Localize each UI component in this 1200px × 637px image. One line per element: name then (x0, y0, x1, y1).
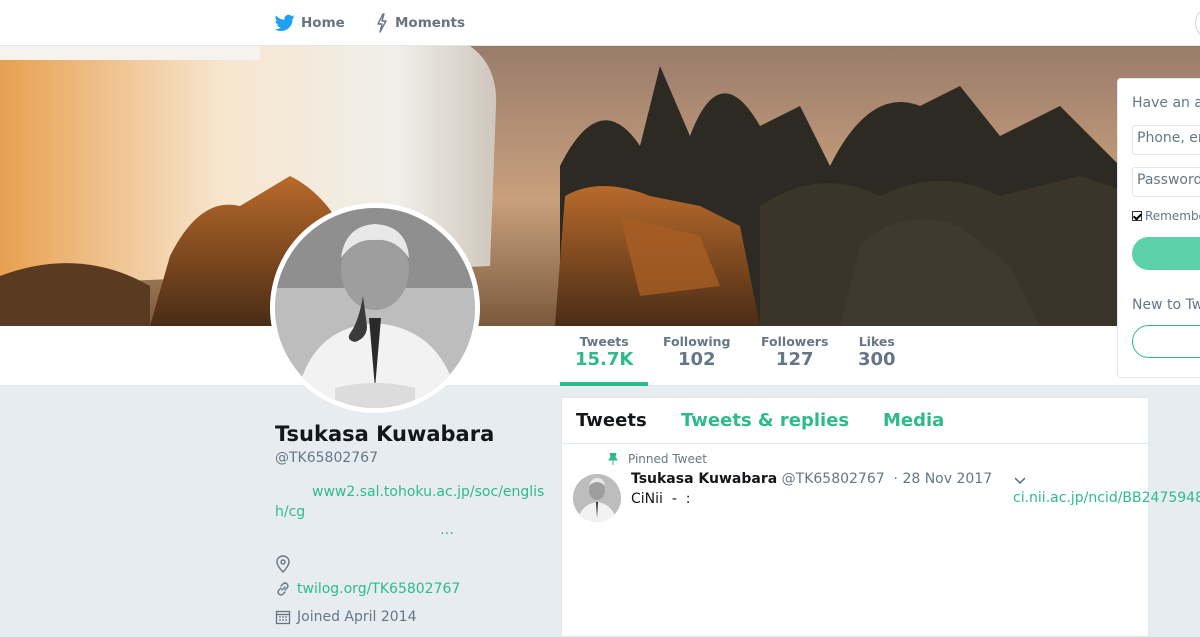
tweet-text: CiNii - : (631, 491, 691, 507)
twitter-bird-icon (275, 14, 295, 32)
tab-tweets-replies[interactable]: Tweets & replies (681, 410, 849, 431)
link-icon (277, 582, 289, 596)
search-box-edge[interactable] (1195, 6, 1200, 40)
bio-ellipsis: … (440, 522, 454, 538)
bio-link[interactable]: www2.sal.tohoku.ac.jp/soc/english/cg (275, 482, 545, 522)
website-row: twilog.org/TK65802767 (275, 581, 460, 597)
timeline-panel: Tweets Tweets & replies Media Pinned Twe… (561, 397, 1149, 637)
profile-avatar[interactable] (270, 203, 480, 413)
nav-moments-label: Moments (395, 15, 466, 31)
remember-label: Remember (1145, 209, 1200, 223)
stat-followers-label: Followers (761, 334, 829, 349)
stat-tweets[interactable]: Tweets 15.7K (575, 334, 633, 370)
website-link[interactable]: twilog.org/TK65802767 (297, 581, 460, 597)
location-row (275, 555, 291, 573)
signup-button[interactable] (1132, 325, 1200, 358)
password-input[interactable]: Password (1132, 167, 1200, 197)
tweet-author-handle[interactable]: @TK65802767 (782, 471, 885, 487)
remember-checkbox[interactable] (1132, 211, 1142, 221)
stat-likes-value: 300 (858, 349, 896, 370)
tweet-date[interactable]: · 28 Nov 2017 (894, 471, 993, 487)
tab-media[interactable]: Media (883, 410, 944, 431)
remember-me[interactable]: Remember (1132, 209, 1200, 223)
stat-following-label: Following (663, 334, 731, 349)
joined-row: Joined April 2014 (275, 609, 417, 625)
avatar-photo (275, 208, 475, 408)
pinned-label: Pinned Tweet (628, 452, 707, 466)
top-navigation-bar: Home Moments (0, 0, 1200, 46)
stat-tweets-value: 15.7K (575, 349, 634, 370)
stat-following-value: 102 (677, 349, 716, 370)
profile-handle: @TK65802767 (275, 450, 378, 466)
stat-tweets-label: Tweets (579, 334, 629, 349)
stat-likes[interactable]: Likes 300 (858, 334, 896, 370)
tweet-author-name[interactable]: Tsukasa Kuwabara (631, 471, 777, 487)
signup-prompt: New to Tw (1132, 297, 1200, 313)
calendar-icon (275, 610, 291, 625)
tweet-link[interactable]: ci.nii.ac.jp/ncid/BB2475948 (1013, 490, 1200, 506)
stat-following[interactable]: Following 102 (663, 334, 730, 370)
tweet-avatar[interactable] (573, 474, 621, 522)
lightning-icon (377, 13, 387, 33)
tab-tweets[interactable]: Tweets (576, 410, 647, 431)
login-box: Have an a Phone, em Password Remember Ne… (1117, 78, 1200, 378)
nav-moments[interactable]: Moments (375, 12, 465, 34)
profile-banner-image (0, 46, 1200, 326)
joined-date: Joined April 2014 (297, 609, 417, 625)
profile-stats-bar: Tweets 15.7K Following 102 Followers 127… (0, 326, 1200, 386)
phone-input[interactable]: Phone, em (1132, 125, 1200, 155)
stat-followers-value: 127 (775, 349, 814, 370)
stat-followers[interactable]: Followers 127 (761, 334, 828, 370)
tweet-header: Tsukasa Kuwabara @TK65802767 · 28 Nov 20… (631, 471, 992, 487)
stat-likes-label: Likes (858, 334, 895, 349)
pin-icon (608, 453, 618, 465)
pinned-indicator: Pinned Tweet (608, 452, 707, 466)
timeline-tabs: Tweets Tweets & replies Media (562, 398, 1148, 444)
nav-home-label: Home (301, 15, 345, 31)
active-stat-underline (560, 382, 648, 386)
login-title: Have an a (1132, 95, 1200, 111)
profile-name: Tsukasa Kuwabara (275, 422, 495, 446)
chevron-down-icon[interactable] (1013, 474, 1027, 488)
login-button[interactable] (1132, 237, 1200, 270)
location-pin-icon (276, 555, 290, 573)
nav-home[interactable]: Home (275, 12, 345, 34)
tweet-avatar-photo (573, 474, 621, 522)
